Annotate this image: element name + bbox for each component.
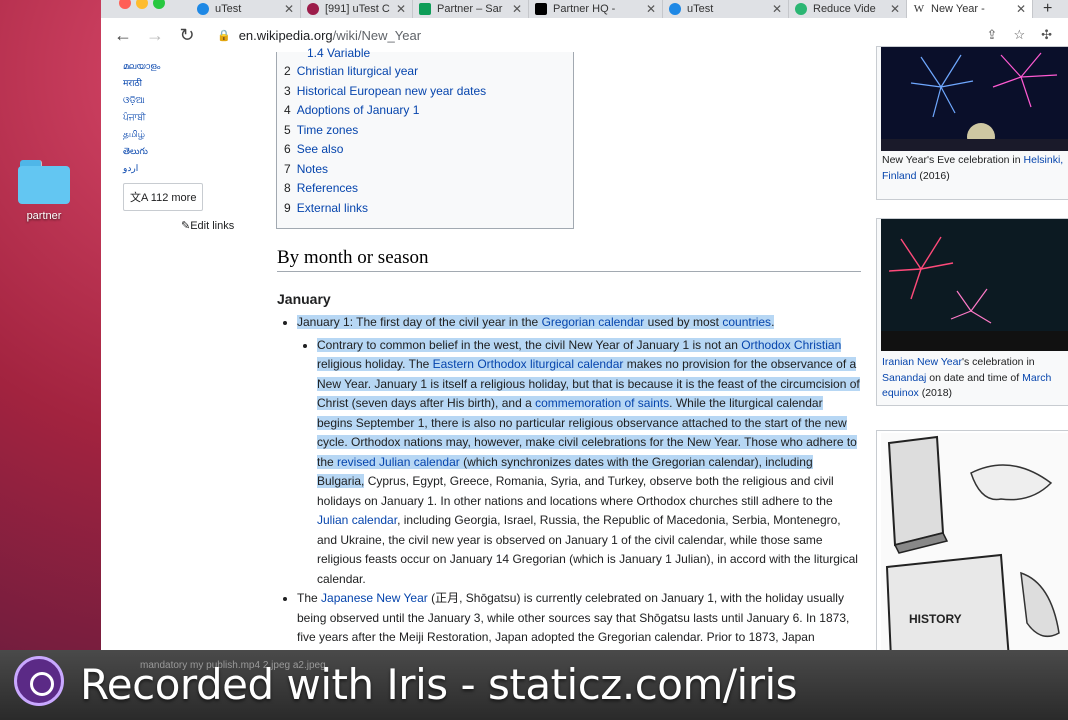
list-item: January 1: The first day of the civil ye… [297, 313, 861, 589]
sanandaj-link[interactable]: Sanandaj [882, 372, 926, 384]
section-heading: By month or season [277, 248, 861, 272]
back-icon[interactable]: ← [113, 25, 133, 46]
close-tab-icon[interactable]: ✕ [886, 2, 900, 16]
tab-utest-c[interactable]: [991] uTest C ✕ [301, 0, 413, 18]
url-field[interactable]: 🔒 en.wikipedia.org/wiki/New_Year [217, 28, 421, 43]
fireworks-helsinki-image[interactable] [881, 47, 1068, 151]
minimize-window-button[interactable] [136, 0, 148, 9]
toc-item[interactable]: 7 Notes [284, 162, 328, 176]
image-sidebar: New Year's Eve celebration in Helsinki, … [876, 46, 1068, 650]
tab-bar: uTest ✕ [991] uTest C ✕ Partner – Sar ✕ Par… [101, 0, 1068, 18]
lock-icon: 🔒 [217, 29, 231, 42]
recording-watermark: Recorded with Iris - staticz.com/iris [80, 660, 798, 709]
commemoration-of-saints-link[interactable]: commemoration of saints [535, 396, 669, 410]
reload-icon[interactable]: ↻ [177, 25, 197, 46]
toc-item[interactable]: 5 Time zones [284, 123, 358, 137]
tab-reduce-video[interactable]: Reduce Vide ✕ [789, 0, 907, 18]
language-link[interactable]: मराठी [123, 75, 243, 92]
toc-item[interactable]: 3 Historical European new year dates [284, 84, 486, 98]
edit-links-link[interactable]: ✎Edit links [123, 219, 243, 232]
history-cartoon-image[interactable]: HISTORY [881, 433, 1068, 650]
toc-item[interactable]: 8 References [284, 181, 358, 195]
browser-window: uTest ✕ [991] uTest C ✕ Partner – Sar ✕ Par… [101, 0, 1068, 650]
gregorian-calendar-link[interactable]: Gregorian calendar [542, 315, 645, 329]
tab-partner-hq[interactable]: Partner HQ - ✕ [529, 0, 663, 18]
new-tab-button[interactable]: + [1037, 0, 1065, 18]
iranian-new-year-link[interactable]: Iranian New Year [882, 356, 962, 368]
close-tab-icon[interactable]: ✕ [508, 2, 522, 16]
toc-item[interactable]: 9 External links [284, 201, 368, 215]
article-content: By month or season January January 1: Th… [277, 248, 861, 648]
translate-icon: 文A [130, 192, 148, 204]
japanese-new-year-link[interactable]: Japanese New Year [321, 591, 428, 605]
utest-c-favicon-icon [307, 3, 319, 15]
julian-calendar-link[interactable]: Julian calendar [317, 513, 397, 527]
window-controls [119, 0, 170, 14]
language-link[interactable]: മലയാളം [123, 58, 243, 75]
toolbar-right: ⇪ ☆ ✣ [987, 27, 1068, 43]
forward-icon[interactable]: → [145, 25, 165, 46]
reduce-video-favicon-icon [795, 3, 807, 15]
wikipedia-favicon-icon: W [913, 3, 925, 15]
countries-link[interactable]: countries [722, 315, 771, 329]
eastern-orthodox-calendar-link[interactable]: Eastern Orthodox liturgical calendar [433, 357, 624, 371]
selected-text: January 1: The first day of the civil ye… [297, 315, 775, 329]
tab-utest-2[interactable]: uTest ✕ [663, 0, 789, 18]
language-sidebar: മലയാളം मराठी ଓଡ଼ିଆ ਪੰਜਾਬੀ தமிழ் తెలుగు ا… [123, 58, 243, 232]
close-tab-icon[interactable]: ✕ [642, 2, 656, 16]
partner-hq-favicon-icon [535, 3, 547, 15]
figure-cartoon: HISTORY [876, 430, 1068, 650]
more-languages-button[interactable]: 文A 112 more [123, 183, 204, 211]
share-icon[interactable]: ⇪ [987, 27, 998, 42]
toc-item[interactable]: 2 Christian liturgical year [284, 64, 418, 78]
language-link[interactable]: ਪੰਜਾਬੀ [123, 109, 243, 126]
utest-favicon-icon [197, 3, 209, 15]
language-link[interactable]: اردو [123, 160, 243, 177]
subsection-heading: January [277, 290, 331, 307]
extensions-icon[interactable]: ✣ [1041, 27, 1052, 42]
close-tab-icon[interactable]: ✕ [280, 2, 294, 16]
tab-new-year[interactable]: W New Year - ✕ [907, 0, 1033, 18]
close-tab-icon[interactable]: ✕ [1012, 2, 1026, 16]
close-tab-icon[interactable]: ✕ [768, 2, 782, 16]
cartoon-label: HISTORY [909, 612, 962, 626]
caption-helsinki: New Year's Eve celebration in Helsinki, … [882, 154, 1064, 182]
orthodox-christian-link[interactable]: Orthodox Christian [741, 338, 841, 352]
figure-helsinki: New Year's Eve celebration in Helsinki, … [876, 46, 1068, 200]
url-path: /wiki/New_Year [332, 27, 422, 43]
language-link[interactable]: ଓଡ଼ିଆ [123, 92, 243, 109]
close-tab-icon[interactable]: ✕ [392, 2, 406, 16]
selected-text: Contrary to common belief in the west, t… [317, 337, 860, 488]
iris-logo-icon [14, 656, 64, 706]
utest-favicon-icon [669, 3, 681, 15]
list-item: The Japanese New Year (正月, Shōgatsu) is … [297, 589, 861, 648]
zoom-window-button[interactable] [153, 0, 165, 9]
bookmark-star-icon[interactable]: ☆ [1013, 27, 1025, 42]
toc-item-cut[interactable]: 1.4 Variable [307, 46, 370, 60]
sheets-favicon-icon [419, 3, 431, 15]
revised-julian-calendar-link[interactable]: revised Julian calendar [337, 455, 460, 469]
language-link[interactable]: தமிழ் [123, 126, 243, 143]
toc-item[interactable]: 4 Adoptions of January 1 [284, 103, 419, 117]
list-item: Contrary to common belief in the west, t… [317, 336, 861, 590]
tab-partner-sar[interactable]: Partner – Sar ✕ [413, 0, 529, 18]
language-link[interactable]: తెలుగు [123, 143, 243, 160]
close-window-button[interactable] [119, 0, 131, 9]
toc-item[interactable]: 6 See also [284, 142, 343, 156]
wikipedia-page: മലയാളം मराठी ଓଡ଼ିଆ ਪੰਜਾਬੀ தமிழ் తెలుగు ا… [101, 46, 1068, 650]
folder-icon [18, 160, 70, 204]
figure-iranian: Iranian New Year's celebration in Sanand… [876, 218, 1068, 406]
caption-iranian: Iranian New Year's celebration in Sanand… [882, 356, 1052, 399]
tab-utest-1[interactable]: uTest ✕ [191, 0, 301, 18]
fireworks-sanandaj-image[interactable] [881, 219, 1068, 351]
url-domain: en.wikipedia.org [238, 27, 333, 43]
desktop-folder-partner[interactable]: partner [14, 160, 74, 222]
table-of-contents: 1.4 Variable 2 Christian liturgical year … [276, 46, 574, 229]
pencil-icon: ✎ [181, 220, 191, 232]
folder-label: partner [26, 210, 62, 222]
